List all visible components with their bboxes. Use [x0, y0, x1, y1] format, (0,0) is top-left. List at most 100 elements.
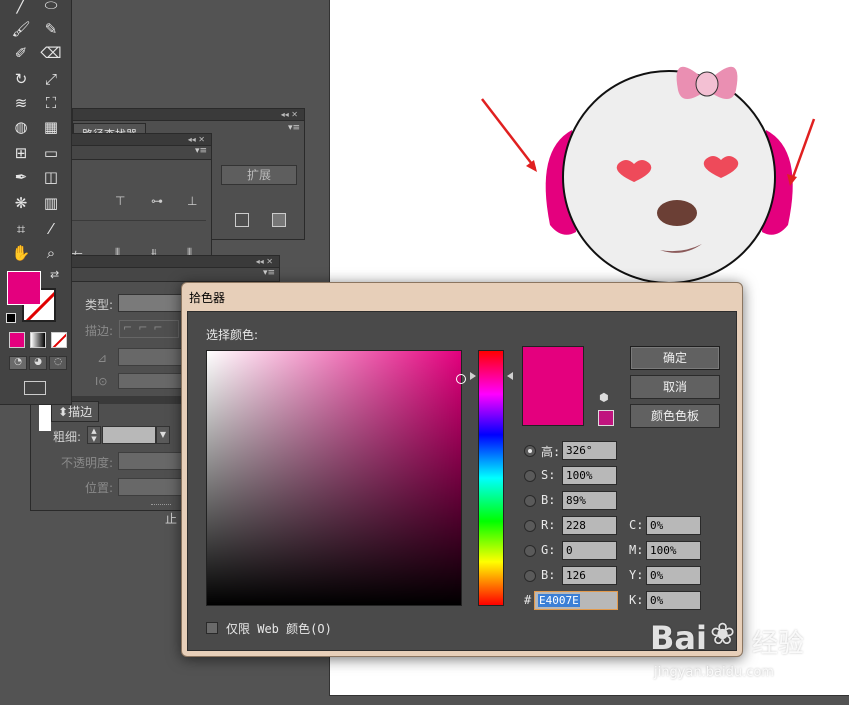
- position-field[interactable]: [118, 478, 182, 496]
- watermark-url: jingyan.baidu.com: [654, 665, 774, 680]
- color-field[interactable]: [206, 350, 462, 606]
- draw-normal-icon[interactable]: ◔: [9, 356, 27, 370]
- draw-inside-icon[interactable]: ◌: [49, 356, 67, 370]
- color-picker-dialog[interactable]: 拾色器 选择颜色: ⬢ 确定 取消 颜色色板 高: 326° S: 100% B…: [181, 282, 743, 657]
- hue-slider-arrow-left[interactable]: [470, 372, 476, 380]
- cyan-input[interactable]: 0%: [646, 516, 701, 535]
- radio-green[interactable]: [524, 545, 536, 557]
- type-label: 类型:: [85, 298, 114, 312]
- paw-icon: ❀: [710, 617, 736, 652]
- resize-grip[interactable]: [151, 504, 171, 508]
- dialog-title: 拾色器: [189, 291, 226, 305]
- hue-input[interactable]: 326°: [562, 441, 617, 460]
- screen-mode-icon[interactable]: [24, 381, 46, 395]
- yellow-input[interactable]: 0%: [646, 566, 701, 585]
- red-input[interactable]: 228: [562, 516, 617, 535]
- hex-value: E4007E: [538, 594, 580, 607]
- magenta-input[interactable]: 100%: [646, 541, 701, 560]
- pathfinder-crop-icon[interactable]: [272, 213, 286, 227]
- blend-tool-icon[interactable]: ◫: [38, 166, 64, 188]
- cancel-button[interactable]: 取消: [630, 375, 720, 399]
- radio-blue[interactable]: [524, 570, 536, 582]
- default-colors-icon[interactable]: [6, 313, 16, 323]
- swap-colors-icon[interactable]: ⇄: [50, 268, 59, 281]
- color-field-cursor[interactable]: [456, 374, 466, 384]
- character-illustration[interactable]: [330, 0, 849, 300]
- zoom-tool-icon[interactable]: ⌕: [38, 242, 64, 264]
- position-label: 位置:: [85, 481, 114, 495]
- none-slash-icon: [52, 333, 66, 347]
- fill-color-box[interactable]: [7, 271, 41, 305]
- shape-builder-tool-icon[interactable]: ◍: [8, 116, 34, 138]
- align-top-icon[interactable]: ⊤: [115, 194, 125, 208]
- type-select[interactable]: [118, 294, 182, 312]
- column-graph-tool-icon[interactable]: ▥: [38, 192, 64, 214]
- paintbrush-tool-icon[interactable]: 🖌: [8, 18, 34, 40]
- hue-label: 高:: [541, 445, 561, 459]
- eraser-tool-icon[interactable]: ⌫: [38, 42, 64, 64]
- panel-menu-icon[interactable]: ▾≡: [288, 123, 304, 133]
- hand-tool-icon[interactable]: ✋: [8, 242, 34, 264]
- red-label: R:: [541, 518, 556, 532]
- color-mode-button[interactable]: [9, 332, 25, 348]
- ellipse-tool-icon[interactable]: ⬭: [38, 0, 64, 16]
- weight-dropdown[interactable]: ▼: [156, 426, 170, 444]
- opacity-label: 不透明度:: [61, 456, 114, 470]
- color-swatches-button[interactable]: 颜色色板: [630, 404, 720, 428]
- hex-label: #: [524, 593, 532, 607]
- artboard-tool-icon[interactable]: ⌗: [8, 218, 34, 240]
- pencil-tool-icon[interactable]: ✎: [38, 18, 64, 40]
- free-transform-tool-icon[interactable]: ⛶: [38, 92, 64, 114]
- align-bottom-icon[interactable]: ⊥: [187, 194, 197, 208]
- baidu-watermark: Bai ❀ 经验 jingyan.baidu.com: [650, 605, 845, 687]
- mesh-tool-icon[interactable]: ⊞: [8, 142, 34, 164]
- ok-button[interactable]: 确定: [630, 346, 720, 370]
- stop-fragment: 止: [165, 512, 178, 526]
- saturation-input[interactable]: 100%: [562, 466, 617, 485]
- watermark-brand-cn: 经验: [752, 629, 805, 659]
- opacity-field[interactable]: [118, 452, 182, 470]
- angle-field[interactable]: [118, 348, 182, 366]
- stroke-label: 描边:: [85, 324, 114, 338]
- slice-tool-icon[interactable]: ⁄: [38, 218, 64, 240]
- blue-input[interactable]: 126: [562, 566, 617, 585]
- blob-brush-tool-icon[interactable]: ✐: [8, 42, 34, 64]
- weight-stepper[interactable]: ▲ ▼: [87, 426, 101, 444]
- web-safe-swatch[interactable]: [598, 410, 614, 426]
- none-mode-button[interactable]: [51, 332, 67, 348]
- web-colors-only-checkbox[interactable]: [206, 622, 218, 634]
- weight-field[interactable]: [102, 426, 156, 444]
- watermark-brand: Bai: [650, 619, 707, 657]
- hex-input[interactable]: E4007E: [534, 591, 618, 610]
- panel-edge-indicator: [39, 401, 51, 431]
- hue-slider-arrow-right[interactable]: [507, 372, 513, 380]
- pathfinder-panel-bar[interactable]: ◂◂ ✕: [73, 109, 304, 121]
- saturation-label: S:: [541, 468, 556, 482]
- gradient-mode-button[interactable]: [30, 332, 46, 348]
- green-input[interactable]: 0: [562, 541, 617, 560]
- radio-hue[interactable]: [524, 445, 536, 457]
- nose: [657, 200, 697, 226]
- symbol-sprayer-tool-icon[interactable]: ❋: [8, 192, 34, 214]
- yellow-label: Y:: [629, 568, 644, 582]
- scale-tool-icon[interactable]: ⤢: [38, 68, 64, 90]
- draw-behind-icon[interactable]: ◕: [29, 356, 47, 370]
- brightness-input[interactable]: 89%: [562, 491, 617, 510]
- interpolate-icon: I⊙: [95, 375, 108, 388]
- warp-tool-icon[interactable]: ≋: [8, 92, 34, 114]
- radio-brightness[interactable]: [524, 495, 536, 507]
- line-tool-icon[interactable]: ╱: [8, 0, 34, 16]
- rotate-tool-icon[interactable]: ↻: [8, 68, 34, 90]
- radio-saturation[interactable]: [524, 470, 536, 482]
- interpolate-field[interactable]: [118, 373, 182, 389]
- tools-panel[interactable]: ╱ ⬭ 🖌 ✎ ✐ ⌫ ↻ ⤢ ≋ ⛶ ◍ ▦ ⊞ ▭ ✒ ◫ ❋ ▥ ⌗ ⁄ …: [0, 0, 72, 405]
- eyedropper-tool-icon[interactable]: ✒: [8, 166, 34, 188]
- align-vcenter-icon[interactable]: ⊶: [151, 194, 163, 208]
- hue-slider[interactable]: [478, 350, 504, 606]
- perspective-grid-tool-icon[interactable]: ▦: [38, 116, 64, 138]
- stroke-cap-icons[interactable]: ⌐⌐⌐: [119, 320, 179, 338]
- pathfinder-trim-icon[interactable]: [235, 213, 249, 227]
- expand-button[interactable]: 扩展: [221, 165, 297, 185]
- gradient-tool-icon[interactable]: ▭: [38, 142, 64, 164]
- radio-red[interactable]: [524, 520, 536, 532]
